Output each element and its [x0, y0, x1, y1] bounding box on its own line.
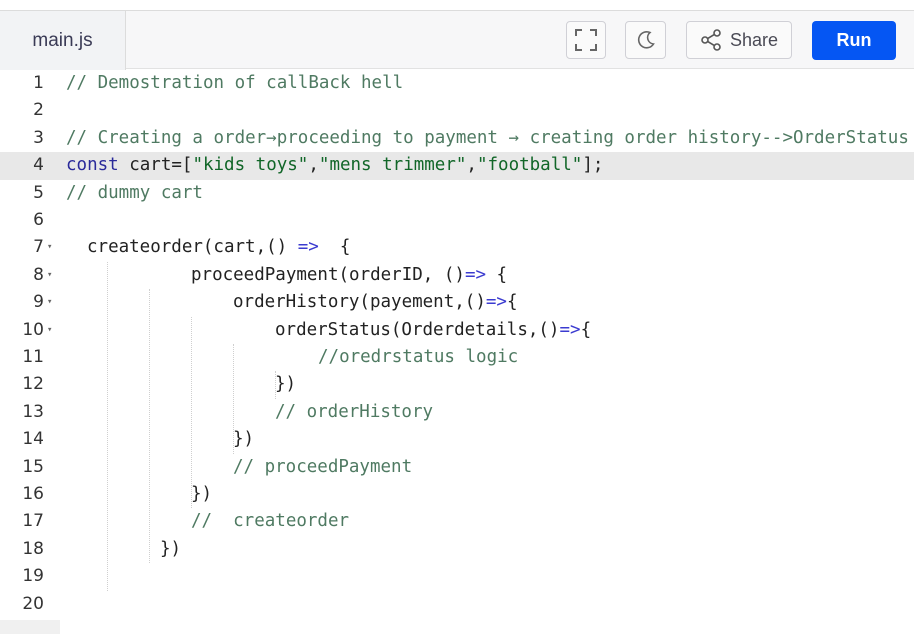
code-text: // createorder [191, 511, 350, 532]
code-line[interactable]: 9 ▾ orderHistory(payement,()=>{ [0, 289, 914, 316]
code-line[interactable]: 15 // proceedPayment [0, 454, 914, 481]
code-line[interactable]: 11 //oredrstatus logic [0, 344, 914, 371]
theme-toggle-button[interactable] [625, 21, 666, 59]
fullscreen-button[interactable] [566, 21, 606, 59]
code-text: const cart=["kids toys","mens trimmer","… [66, 155, 604, 176]
code-line[interactable]: 12}) [0, 371, 914, 398]
line-number: 8 [33, 264, 44, 285]
code-line[interactable]: 7 ▾ createorder(cart,() => { [0, 234, 914, 261]
line-number: 7 [33, 237, 44, 258]
fold-arrow-icon[interactable]: ▾ [47, 289, 52, 316]
code-line[interactable]: 10 ▾ orderStatus(Orderdetails,()=>{ [0, 317, 914, 344]
line-number: 11 [22, 347, 44, 367]
share-button[interactable]: Share [686, 21, 792, 59]
line-number: 13 [22, 401, 44, 422]
line-number: 16 [22, 484, 44, 504]
code-line[interactable]: 3 // Creating a order→proceeding to payme… [0, 125, 914, 152]
moon-icon [637, 31, 655, 49]
line-number: 18 [22, 538, 44, 559]
code-text: // proceedPayment [233, 456, 413, 477]
line-number: 3 [33, 127, 44, 148]
code-text: proceedPayment(orderID, ()=> { [191, 264, 508, 285]
code-text: //oredrstatus logic [318, 347, 519, 367]
run-button[interactable]: Run [812, 21, 896, 60]
code-text: }) [233, 429, 255, 450]
line-number: 14 [22, 429, 44, 450]
line-number: 9 [33, 292, 44, 313]
code-editor[interactable]: 1 // Demostration of callBack hell 2 3 // Cr… [0, 70, 914, 634]
indent-guide [107, 261, 108, 591]
gutter-bottom [0, 620, 60, 634]
code-text: orderStatus(Orderdetails,()=>{ [275, 319, 592, 340]
code-text: // dummy cart [66, 182, 203, 203]
fold-arrow-icon[interactable]: ▾ [47, 234, 52, 261]
indent-guide [191, 316, 192, 509]
line-number: 2 [33, 100, 44, 121]
code-line[interactable]: 6 [0, 207, 914, 234]
code-line[interactable]: 8 ▾ proceedPayment(orderID, ()=> { [0, 262, 914, 289]
code-line[interactable]: 14}) [0, 426, 914, 453]
code-line[interactable]: 19 [0, 563, 914, 590]
line-number: 15 [22, 456, 44, 477]
line-number: 17 [22, 511, 44, 532]
code-text: }) [191, 484, 213, 504]
code-line[interactable]: 4 const cart=["kids toys","mens trimmer",… [0, 152, 914, 180]
code-line[interactable]: 16}) [0, 481, 914, 508]
line-number: 6 [33, 210, 44, 230]
fold-arrow-icon[interactable]: ▾ [47, 262, 52, 289]
line-number: 10 [22, 319, 44, 340]
code-line[interactable]: 1 // Demostration of callBack hell [0, 70, 914, 97]
code-line[interactable]: 20 [0, 591, 914, 618]
line-number: 1 [33, 73, 44, 93]
code-text: createorder(cart,() => { [87, 237, 351, 258]
code-line[interactable]: 17 // createorder [0, 508, 914, 535]
file-tab-main-js[interactable]: main.js [0, 11, 126, 70]
line-number: 20 [22, 593, 44, 614]
code-text: orderHistory(payement,()=>{ [233, 292, 518, 313]
code-text: // Demostration of callBack hell [66, 73, 404, 93]
code-text: }) [160, 538, 182, 559]
code-text: // Creating a order→proceeding to paymen… [66, 127, 909, 148]
line-number: 12 [22, 374, 44, 395]
fullscreen-icon [575, 29, 597, 51]
line-number: 5 [33, 182, 44, 203]
code-text: }) [275, 374, 297, 395]
file-tab-label: main.js [32, 29, 93, 51]
share-label: Share [729, 29, 779, 50]
indent-guide [149, 289, 150, 564]
indent-guide [233, 344, 234, 454]
code-line[interactable]: 5 // dummy cart [0, 180, 914, 207]
editor-header: main.js Share Run [0, 10, 914, 70]
line-number: 19 [22, 566, 44, 587]
fold-arrow-icon[interactable]: ▾ [47, 317, 52, 344]
line-number: 4 [33, 155, 44, 176]
indent-guide [275, 371, 276, 399]
code-text: // orderHistory [275, 401, 434, 422]
code-line[interactable]: 18}) [0, 536, 914, 563]
code-line[interactable]: 13 // orderHistory [0, 399, 914, 426]
top-band [0, 0, 914, 10]
code-line[interactable]: 2 [0, 97, 914, 124]
share-icon [701, 29, 721, 51]
